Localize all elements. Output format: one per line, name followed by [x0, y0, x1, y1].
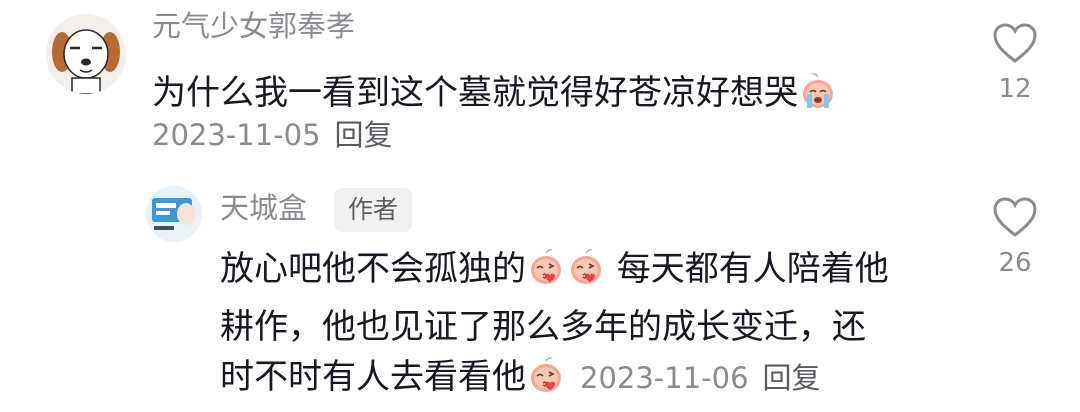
- reply-button[interactable]: 回复: [335, 118, 393, 152]
- heart-icon[interactable]: [992, 196, 1038, 238]
- avatar[interactable]: [146, 186, 202, 242]
- like-control[interactable]: 12: [980, 22, 1050, 102]
- kissing-peach-emoji-icon: [526, 248, 566, 302]
- comment-meta: 2023-11-05 回复: [152, 121, 393, 150]
- comment-username[interactable]: 元气少女郭奉孝: [152, 12, 355, 41]
- crying-peach-emoji-icon: [798, 72, 838, 126]
- reply-text: 放心吧他不会孤独的 每天都有人陪着他 耕作，他也见证了那么多年的成长变迁，还 时…: [220, 244, 889, 410]
- kissing-peach-emoji-icon: [526, 356, 566, 410]
- kissing-peach-emoji-icon: [566, 248, 606, 302]
- reply-text-part: 每天都有人陪着他: [606, 249, 889, 289]
- reply-text-part: 时不时有人去看看他: [220, 357, 526, 397]
- heart-icon[interactable]: [992, 22, 1038, 64]
- reply-date: 2023-11-06: [580, 361, 749, 395]
- reply-text-line-3: 时不时有人去看看他 2023-11-06 回复: [220, 352, 889, 410]
- reply-button[interactable]: 回复: [763, 361, 821, 395]
- dog-avatar-icon: [46, 14, 126, 94]
- comment-date: 2023-11-05: [152, 118, 321, 152]
- like-count: 12: [998, 74, 1032, 104]
- comment-text-body: 为什么我一看到这个墓就觉得好苍凉好想哭: [152, 73, 798, 113]
- reply-text-line-1: 放心吧他不会孤独的 每天都有人陪着他: [220, 244, 889, 302]
- avatar[interactable]: [46, 14, 126, 94]
- like-control[interactable]: 26: [980, 196, 1050, 276]
- reply-username[interactable]: 天城盒: [220, 194, 307, 223]
- author-badge: 作者: [334, 188, 413, 232]
- product-box-avatar-icon: [146, 186, 202, 242]
- reply-text-part: 放心吧他不会孤独的: [220, 249, 526, 289]
- reply-text-line-2: 耕作，他也见证了那么多年的成长变迁，还: [220, 307, 866, 347]
- like-count: 26: [998, 248, 1032, 278]
